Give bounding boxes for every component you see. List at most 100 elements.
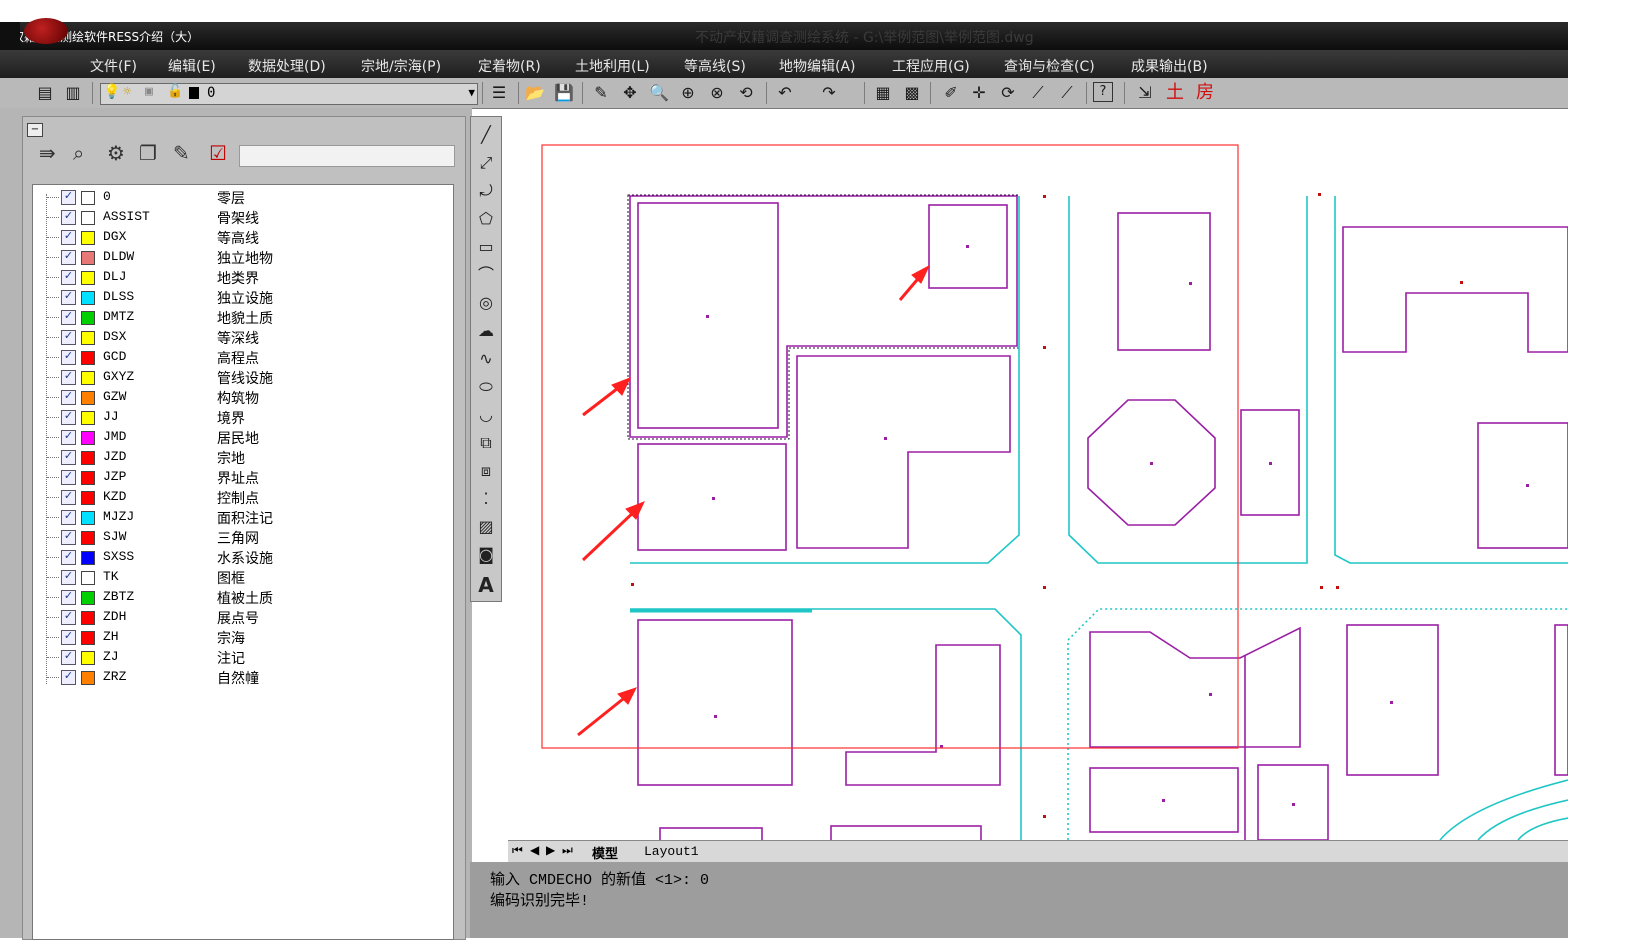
layer-row[interactable]: ✓ DSX 等深线 xyxy=(33,327,451,347)
layer-color-swatch[interactable] xyxy=(81,551,95,565)
rectangle-icon[interactable]: ▭ xyxy=(474,235,498,259)
ellipse-arc-icon[interactable]: ◡ xyxy=(474,403,498,427)
polyline-icon[interactable]: ⤾ xyxy=(474,179,498,203)
layer-copy-icon[interactable]: ❐ xyxy=(139,141,157,165)
visible-checkbox[interactable]: ✓ xyxy=(61,270,76,285)
layer-row[interactable]: ✓ SJW 三角网 xyxy=(33,527,451,547)
layer-color-swatch[interactable] xyxy=(81,651,95,665)
layer-color-swatch[interactable] xyxy=(81,531,95,545)
extend-icon[interactable]: ⟋ xyxy=(1056,82,1078,104)
layer-color-swatch[interactable] xyxy=(81,611,95,625)
layer-color-swatch[interactable] xyxy=(81,291,95,305)
arc-icon[interactable]: ⌒ xyxy=(474,263,498,287)
layer-manager-icon[interactable]: ▤ xyxy=(34,82,56,104)
drawing-canvas[interactable] xyxy=(508,116,1568,840)
layer-row[interactable]: ✓ DGX 等高线 xyxy=(33,227,451,247)
tab-layout1[interactable]: Layout1 xyxy=(644,844,699,859)
layer-color-swatch[interactable] xyxy=(81,211,95,225)
layer-find-icon[interactable]: ⌕ xyxy=(73,141,84,165)
xline-icon[interactable]: ⤢ xyxy=(474,151,498,175)
layer-color-swatch[interactable] xyxy=(81,591,95,605)
visible-checkbox[interactable]: ✓ xyxy=(61,510,76,525)
visible-checkbox[interactable]: ✓ xyxy=(61,370,76,385)
layer-row[interactable]: ✓ KZD 控制点 xyxy=(33,487,451,507)
undo-icon[interactable]: ↶ xyxy=(774,82,796,104)
offset-icon[interactable]: ⟳ xyxy=(997,82,1019,104)
layer-row[interactable]: ✓ ZJ 注记 xyxy=(33,647,451,667)
tu-button[interactable]: 土 xyxy=(1164,82,1186,104)
layer-row[interactable]: ✓ DLDW 独立地物 xyxy=(33,247,451,267)
layer-dropdown[interactable]: 💡 ☼ ▣ 🔓 0 ▼ xyxy=(100,83,478,105)
hatch-icon[interactable]: ▨ xyxy=(474,515,498,539)
tab-model[interactable]: 模型 xyxy=(592,843,618,862)
layer-color-swatch[interactable] xyxy=(81,671,95,685)
layer-state-icon[interactable]: ▥ xyxy=(62,82,84,104)
fang-button[interactable]: 房 xyxy=(1194,82,1216,104)
insert-block-icon[interactable]: ⧉ xyxy=(474,431,498,455)
layer-row[interactable]: ✓ GCD 高程点 xyxy=(33,347,451,367)
visible-checkbox[interactable]: ✓ xyxy=(61,650,76,665)
app-logo-icon[interactable] xyxy=(24,18,68,44)
layer-check-icon[interactable]: ☑ xyxy=(209,141,227,165)
cloud-icon[interactable]: ☁ xyxy=(474,319,498,343)
layer-color-swatch[interactable] xyxy=(81,191,95,205)
layer-filter-input[interactable] xyxy=(239,145,455,167)
polygon-icon[interactable]: ⬠ xyxy=(474,207,498,231)
layer-color-swatch[interactable] xyxy=(81,431,95,445)
visible-checkbox[interactable]: ✓ xyxy=(61,250,76,265)
properties-icon[interactable]: ▦ xyxy=(872,82,894,104)
layer-color-swatch[interactable] xyxy=(81,271,95,285)
layer-color-swatch[interactable] xyxy=(81,331,95,345)
visible-checkbox[interactable]: ✓ xyxy=(61,390,76,405)
layer-color-swatch[interactable] xyxy=(81,251,95,265)
visible-checkbox[interactable]: ✓ xyxy=(61,550,76,565)
layer-row[interactable]: ✓ ASSIST 骨架线 xyxy=(33,207,451,227)
pencil-icon[interactable]: ✎ xyxy=(590,82,612,104)
layer-color-swatch[interactable] xyxy=(81,311,95,325)
make-block-icon[interactable]: ⧈ xyxy=(474,459,498,483)
visible-checkbox[interactable]: ✓ xyxy=(61,490,76,505)
open-icon[interactable]: 📂 xyxy=(524,82,546,104)
help-icon[interactable]: ? xyxy=(1093,82,1113,102)
menu-edit[interactable]: 编辑(E) xyxy=(168,56,216,76)
draw-icon[interactable]: ✐ xyxy=(940,82,962,104)
menu-data-process[interactable]: 数据处理(D) xyxy=(248,56,326,76)
visible-checkbox[interactable]: ✓ xyxy=(61,670,76,685)
layer-row[interactable]: ✓ JJ 境界 xyxy=(33,407,451,427)
layer-color-swatch[interactable] xyxy=(81,471,95,485)
menu-output[interactable]: 成果输出(B) xyxy=(1131,56,1208,76)
zoom-extents-icon[interactable]: ⊗ xyxy=(706,82,728,104)
visible-checkbox[interactable]: ✓ xyxy=(61,590,76,605)
collapse-icon[interactable]: − xyxy=(27,123,43,137)
layer-row[interactable]: ✓ JMD 居民地 xyxy=(33,427,451,447)
layer-row[interactable]: ✓ DLSS 独立设施 xyxy=(33,287,451,307)
last-tab-icon[interactable]: ⏭ xyxy=(562,843,573,858)
first-tab-icon[interactable]: ⏮ xyxy=(512,843,523,858)
layer-edit-icon[interactable]: ✎ xyxy=(173,141,190,165)
point-icon[interactable]: ⁚ xyxy=(474,487,498,511)
menu-engineering[interactable]: 工程应用(G) xyxy=(892,56,970,76)
menu-query-check[interactable]: 查询与检查(C) xyxy=(1004,56,1095,76)
zoom-window-icon[interactable]: ⊕ xyxy=(677,82,699,104)
visible-checkbox[interactable]: ✓ xyxy=(61,470,76,485)
prev-tab-icon[interactable]: ◀ xyxy=(530,843,539,857)
trim-icon[interactable]: ⟋ xyxy=(1027,82,1049,104)
layer-color-swatch[interactable] xyxy=(81,451,95,465)
export-icon[interactable]: ⇲ xyxy=(1134,82,1156,104)
zoom-previous-icon[interactable]: ⟲ xyxy=(735,82,757,104)
linetype-icon[interactable]: ☰ xyxy=(488,82,510,104)
layer-settings-icon[interactable]: ⚙ xyxy=(107,141,125,165)
layer-row[interactable]: ✓ ZH 宗海 xyxy=(33,627,451,647)
visible-checkbox[interactable]: ✓ xyxy=(61,310,76,325)
visible-checkbox[interactable]: ✓ xyxy=(61,330,76,345)
layer-row[interactable]: ✓ ZDH 展点号 xyxy=(33,607,451,627)
layer-new-icon[interactable]: ⇛ xyxy=(39,141,56,165)
layer-color-swatch[interactable] xyxy=(81,571,95,585)
visible-checkbox[interactable]: ✓ xyxy=(61,190,76,205)
zoom-icon[interactable]: 🔍 xyxy=(648,82,670,104)
layer-color-swatch[interactable] xyxy=(81,411,95,425)
layer-row[interactable]: ✓ JZD 宗地 xyxy=(33,447,451,467)
visible-checkbox[interactable]: ✓ xyxy=(61,410,76,425)
layer-row[interactable]: ✓ SXSS 水系设施 xyxy=(33,547,451,567)
text-icon[interactable]: A xyxy=(474,573,498,597)
